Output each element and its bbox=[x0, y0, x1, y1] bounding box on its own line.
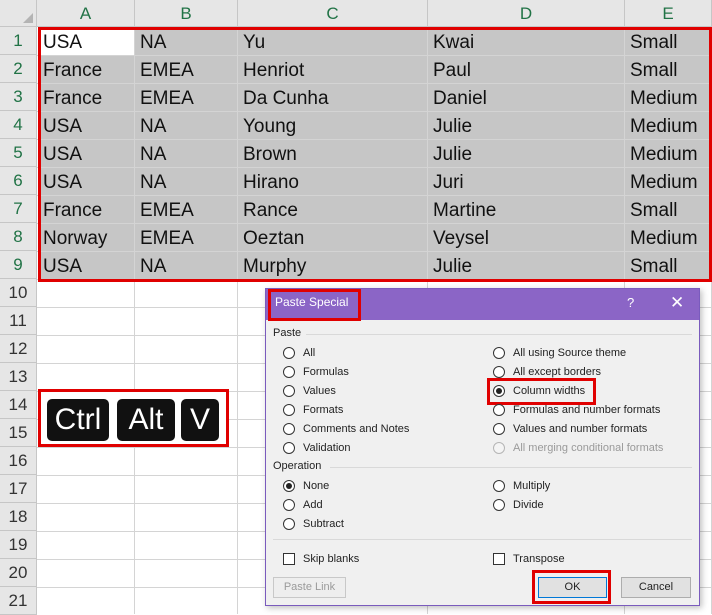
row-header-11[interactable]: 11 bbox=[0, 307, 37, 335]
dialog-titlebar[interactable]: Paste Special ? ✕ bbox=[266, 289, 699, 321]
ok-highlight bbox=[532, 570, 611, 604]
row-header-21[interactable]: 21 bbox=[0, 587, 37, 615]
option-op-add[interactable]: Add bbox=[303, 499, 323, 511]
row-header-12[interactable]: 12 bbox=[0, 335, 37, 363]
radio-comments-notes[interactable] bbox=[283, 423, 295, 435]
row-header-18[interactable]: 18 bbox=[0, 503, 37, 531]
radio-op-subtract[interactable] bbox=[283, 518, 295, 530]
paste-section-label: Paste bbox=[273, 327, 302, 339]
row-header-14[interactable]: 14 bbox=[0, 391, 37, 419]
option-all[interactable]: All bbox=[303, 347, 315, 359]
close-icon[interactable]: ✕ bbox=[670, 293, 684, 313]
keyboard-shortcut: Ctrl Alt V bbox=[38, 389, 229, 447]
row-header-9[interactable]: 9 bbox=[0, 251, 37, 279]
row-header-20[interactable]: 20 bbox=[0, 559, 37, 587]
data-range-highlight bbox=[38, 27, 712, 282]
row-header-16[interactable]: 16 bbox=[0, 447, 37, 475]
radio-values-number-formats[interactable] bbox=[493, 423, 505, 435]
radio-formulas[interactable] bbox=[283, 366, 295, 378]
option-formats[interactable]: Formats bbox=[303, 404, 343, 416]
key-ctrl: Ctrl bbox=[47, 399, 109, 441]
key-alt: Alt bbox=[117, 399, 175, 441]
column-header-e[interactable]: E bbox=[625, 0, 712, 27]
option-op-subtract[interactable]: Subtract bbox=[303, 518, 344, 530]
help-icon[interactable]: ? bbox=[627, 295, 634, 310]
option-validation[interactable]: Validation bbox=[303, 442, 351, 454]
key-v: V bbox=[181, 399, 219, 441]
radio-all[interactable] bbox=[283, 347, 295, 359]
column-header-d[interactable]: D bbox=[428, 0, 625, 27]
radio-op-divide[interactable] bbox=[493, 499, 505, 511]
transpose-checkbox[interactable] bbox=[493, 553, 505, 565]
radio-values[interactable] bbox=[283, 385, 295, 397]
option-op-none[interactable]: None bbox=[303, 480, 329, 492]
row-header-10[interactable]: 10 bbox=[0, 279, 37, 307]
column-header-c[interactable]: C bbox=[238, 0, 428, 27]
option-all-merging-conditional: All merging conditional formats bbox=[513, 442, 664, 454]
row-header-2[interactable]: 2 bbox=[0, 55, 37, 83]
row-header-7[interactable]: 7 bbox=[0, 195, 37, 223]
option-op-multiply[interactable]: Multiply bbox=[513, 480, 550, 492]
skip-blanks-checkbox[interactable] bbox=[283, 553, 295, 565]
option-all-source-theme[interactable]: All using Source theme bbox=[513, 347, 626, 359]
skip-blanks-label[interactable]: Skip blanks bbox=[303, 553, 359, 565]
radio-all-except-borders[interactable] bbox=[493, 366, 505, 378]
option-formulas-number-formats[interactable]: Formulas and number formats bbox=[513, 404, 660, 416]
option-op-divide[interactable]: Divide bbox=[513, 499, 544, 511]
row-header-1[interactable]: 1 bbox=[0, 27, 37, 55]
option-values-number-formats[interactable]: Values and number formats bbox=[513, 423, 647, 435]
option-comments-notes[interactable]: Comments and Notes bbox=[303, 423, 409, 435]
option-values[interactable]: Values bbox=[303, 385, 336, 397]
row-header-13[interactable]: 13 bbox=[0, 363, 37, 391]
cancel-button[interactable]: Cancel bbox=[621, 577, 691, 598]
radio-all-merging-conditional bbox=[493, 442, 505, 454]
row-header-6[interactable]: 6 bbox=[0, 167, 37, 195]
row-header-17[interactable]: 17 bbox=[0, 475, 37, 503]
title-highlight bbox=[268, 289, 361, 321]
row-header-3[interactable]: 3 bbox=[0, 83, 37, 111]
radio-op-multiply[interactable] bbox=[493, 480, 505, 492]
row-header-15[interactable]: 15 bbox=[0, 419, 37, 447]
select-all-corner[interactable] bbox=[0, 0, 37, 27]
radio-op-add[interactable] bbox=[283, 499, 295, 511]
radio-validation[interactable] bbox=[283, 442, 295, 454]
radio-op-none[interactable] bbox=[283, 480, 295, 492]
column-header-a[interactable]: A bbox=[37, 0, 135, 27]
radio-formulas-number-formats[interactable] bbox=[493, 404, 505, 416]
option-all-except-borders[interactable]: All except borders bbox=[513, 366, 601, 378]
transpose-label[interactable]: Transpose bbox=[513, 553, 565, 565]
radio-formats[interactable] bbox=[283, 404, 295, 416]
row-header-5[interactable]: 5 bbox=[0, 139, 37, 167]
row-header-8[interactable]: 8 bbox=[0, 223, 37, 251]
option-formulas[interactable]: Formulas bbox=[303, 366, 349, 378]
column-header-b[interactable]: B bbox=[135, 0, 238, 27]
paste-special-dialog: Paste Special ? ✕ Paste All Formulas Val… bbox=[265, 288, 700, 606]
column-widths-highlight bbox=[487, 378, 596, 405]
radio-all-source-theme[interactable] bbox=[493, 347, 505, 359]
row-header-19[interactable]: 19 bbox=[0, 531, 37, 559]
row-header-4[interactable]: 4 bbox=[0, 111, 37, 139]
paste-link-button: Paste Link bbox=[273, 577, 346, 598]
operation-section-label: Operation bbox=[273, 460, 322, 472]
